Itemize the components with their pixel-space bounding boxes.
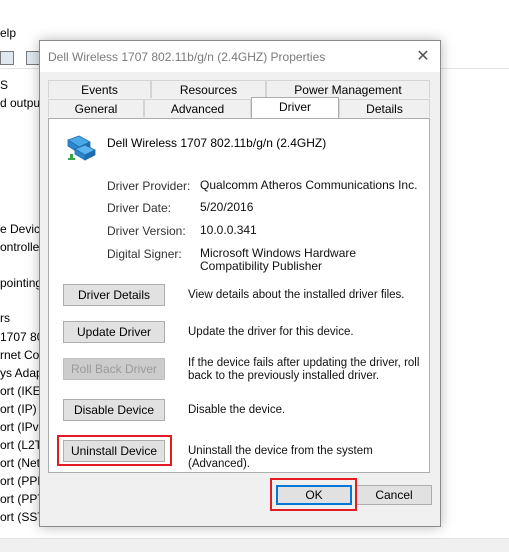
driver-details-description: View details about the installed driver … <box>188 289 405 301</box>
monitor-icon[interactable] <box>26 51 40 65</box>
cancel-button[interactable]: Cancel <box>356 485 432 505</box>
driver-date-value: 5/20/2016 <box>200 200 254 214</box>
tree-item[interactable]: S <box>0 78 8 92</box>
uninstall-device-description: Uninstall the device from the system (Ad… <box>188 445 373 470</box>
driver-tab-panel: Dell Wireless 1707 802.11b/g/n (2.4GHZ) … <box>48 118 430 473</box>
driver-details-button[interactable]: Driver Details <box>63 284 165 306</box>
tab-general[interactable]: General <box>48 99 144 117</box>
ok-button[interactable]: OK <box>276 485 352 505</box>
tree-item[interactable]: ontrolle <box>0 240 39 254</box>
tab-driver[interactable]: Driver <box>251 97 339 118</box>
tab-resources[interactable]: Resources <box>151 80 266 98</box>
network-adapter-icon <box>67 135 96 161</box>
dialog-title: Dell Wireless 1707 802.11b/g/n (2.4GHZ) … <box>48 50 326 64</box>
tab-advanced[interactable]: Advanced <box>144 99 251 117</box>
horizontal-scrollbar[interactable] <box>0 538 509 552</box>
tree-item[interactable]: 1707 80 <box>0 330 43 344</box>
digital-signer-value: Microsoft Windows Hardware Compatibility… <box>200 246 357 273</box>
disable-device-description: Disable the device. <box>188 404 286 416</box>
update-driver-description: Update the driver for this device. <box>188 326 354 338</box>
close-icon[interactable]: ✕ <box>410 45 436 69</box>
disable-device-button[interactable]: Disable Device <box>63 399 165 421</box>
uninstall-device-button[interactable]: Uninstall Device <box>63 440 165 462</box>
tab-power-management[interactable]: Power Management <box>266 80 430 98</box>
properties-icon[interactable] <box>0 51 14 65</box>
tree-item[interactable]: pointing <box>0 276 42 290</box>
tree-item[interactable]: rs <box>0 311 10 325</box>
properties-dialog: Dell Wireless 1707 802.11b/g/n (2.4GHZ) … <box>39 40 441 527</box>
driver-provider-label: Driver Provider: <box>107 179 191 193</box>
tab-details[interactable]: Details <box>339 99 430 117</box>
driver-version-value: 10.0.0.341 <box>200 223 257 237</box>
tree-item[interactable]: d outpu <box>0 96 40 110</box>
device-name: Dell Wireless 1707 802.11b/g/n (2.4GHZ) <box>107 136 327 150</box>
title-bar[interactable]: Dell Wireless 1707 802.11b/g/n (2.4GHZ) … <box>40 41 440 72</box>
driver-provider-value: Qualcomm Atheros Communications Inc. <box>200 178 418 192</box>
menu-help-fragment[interactable]: elp <box>0 26 16 40</box>
driver-version-label: Driver Version: <box>107 224 186 238</box>
tab-events[interactable]: Events <box>48 80 151 98</box>
roll-back-driver-description: If the device fails after updating the d… <box>188 357 420 382</box>
digital-signer-label: Digital Signer: <box>107 247 182 261</box>
update-driver-button[interactable]: Update Driver <box>63 321 165 343</box>
driver-date-label: Driver Date: <box>107 201 172 215</box>
tree-item[interactable]: ort (IP) <box>0 402 37 416</box>
roll-back-driver-button[interactable]: Roll Back Driver <box>63 358 165 380</box>
